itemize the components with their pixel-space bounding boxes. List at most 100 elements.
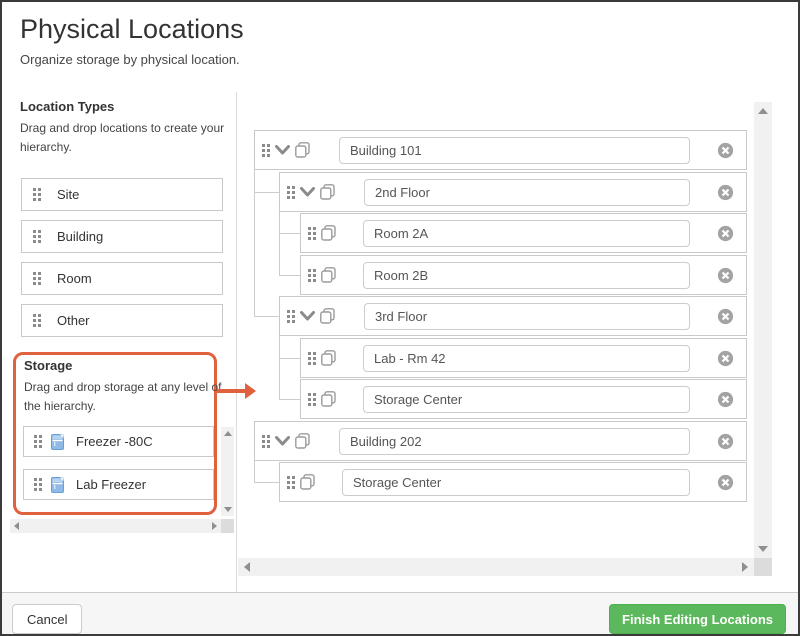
chevron-down-icon[interactable] [300,311,315,321]
copy-icon[interactable] [300,474,315,490]
tree-horizontal-scrollbar[interactable] [238,558,754,576]
drag-handle-icon[interactable] [308,269,316,282]
tree-connector-line [254,316,279,317]
finish-editing-locations-button[interactable]: Finish Editing Locations [609,604,786,634]
remove-button[interactable] [717,433,734,450]
tree-vertical-scrollbar[interactable] [754,102,772,558]
drag-handle-icon[interactable] [308,227,316,240]
drag-handle-icon [33,314,41,327]
remove-button[interactable] [717,267,734,284]
scroll-right-icon[interactable] [742,562,748,572]
draggable-type-site[interactable]: Site [21,178,223,211]
drag-handle-icon[interactable] [262,144,270,157]
tree-connector-line [279,233,300,234]
location-name-input[interactable] [364,179,690,206]
scroll-up-icon[interactable] [758,108,768,114]
type-label: Room [57,271,92,286]
drag-handle-icon [33,230,41,243]
remove-button[interactable] [717,142,734,159]
drag-handle-icon [33,272,41,285]
drag-handle-icon [33,188,41,201]
tree-row [300,379,747,419]
location-name-input[interactable] [339,428,690,455]
panel-divider [236,92,237,592]
draggable-type-room[interactable]: Room [21,262,223,295]
sidebar-horizontal-scrollbar[interactable] [10,519,221,533]
remove-icon [717,350,734,367]
chevron-down-icon[interactable] [275,436,290,446]
tree-connector-line [279,336,280,399]
tree-row [279,296,747,336]
location-name-input[interactable] [364,303,690,330]
scrollbar-corner [754,558,772,576]
sidebar-vertical-scrollbar[interactable] [221,427,234,516]
remove-icon [717,225,734,242]
type-label: Other [57,313,90,328]
remove-button[interactable] [717,308,734,325]
location-name-input[interactable] [363,386,690,413]
copy-icon[interactable] [295,142,310,158]
type-label: Building [57,229,103,244]
remove-button[interactable] [717,225,734,242]
scroll-down-icon[interactable] [224,507,232,512]
drag-handle-icon[interactable] [287,310,295,323]
draggable-storage-lab-freezer[interactable]: Lab Freezer [23,469,214,500]
scroll-left-icon[interactable] [244,562,250,572]
scroll-down-icon[interactable] [758,546,768,552]
drag-handle-icon[interactable] [308,352,316,365]
draggable-type-other[interactable]: Other [21,304,223,337]
tree-row [300,255,747,295]
storage-label: Freezer -80C [76,434,153,449]
cancel-button[interactable]: Cancel [12,604,82,634]
tree-connector-line [279,275,300,276]
freezer-icon [51,477,64,493]
remove-button[interactable] [717,184,734,201]
page-title: Physical Locations [20,14,244,45]
drag-handle-icon[interactable] [287,476,295,489]
scroll-left-icon[interactable] [14,522,19,530]
copy-icon[interactable] [321,267,336,283]
dialog-footer: Cancel Finish Editing Locations [2,592,798,634]
location-name-input[interactable] [339,137,690,164]
remove-button[interactable] [717,391,734,408]
copy-icon[interactable] [321,225,336,241]
draggable-storage-freezer-80c[interactable]: Freezer -80C [23,426,214,457]
copy-icon[interactable] [320,308,335,324]
scrollbar-corner [221,519,234,533]
drag-handle-icon[interactable] [262,435,270,448]
location-name-input[interactable] [363,220,690,247]
tree-row [300,338,747,378]
tree-row [279,172,747,212]
remove-icon [717,433,734,450]
copy-icon[interactable] [321,350,336,366]
chevron-down-icon[interactable] [300,187,315,197]
remove-icon [717,184,734,201]
location-name-input[interactable] [363,345,690,372]
draggable-type-building[interactable]: Building [21,220,223,253]
copy-icon[interactable] [321,391,336,407]
tree-row [279,462,747,502]
storage-heading: Storage [24,358,72,373]
copy-icon[interactable] [320,184,335,200]
remove-button[interactable] [717,474,734,491]
tree-connector-line [279,399,300,400]
location-name-input[interactable] [342,469,690,496]
storage-label: Lab Freezer [76,477,146,492]
scroll-up-icon[interactable] [224,431,232,436]
tree-row [254,421,747,461]
copy-icon[interactable] [295,433,310,449]
drag-handle-icon[interactable] [287,186,295,199]
scroll-right-icon[interactable] [212,522,217,530]
remove-icon [717,267,734,284]
drag-handle-icon [34,478,42,491]
freezer-icon [51,434,64,450]
location-name-input[interactable] [363,262,690,289]
remove-button[interactable] [717,350,734,367]
annotation-arrow [217,389,246,393]
remove-icon [717,391,734,408]
chevron-down-icon[interactable] [275,145,290,155]
drag-handle-icon[interactable] [308,393,316,406]
tree-row [254,130,747,170]
location-types-description: Drag and drop locations to create your h… [20,119,232,157]
type-label: Site [57,187,79,202]
